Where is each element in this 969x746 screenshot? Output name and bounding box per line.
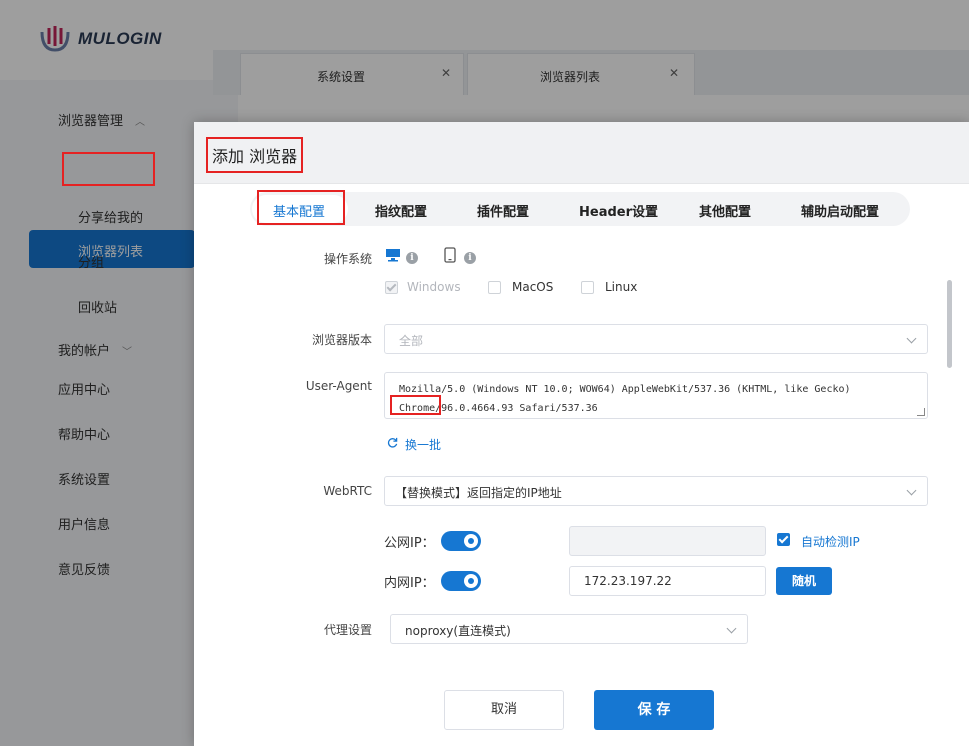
select-placeholder: 全部 [399,334,424,348]
linux-label: Linux [605,280,638,294]
webrtc-label: WebRTC [323,484,372,498]
dialog-title: 添加 浏览器 [206,137,304,173]
auto-detect-ip-checkbox[interactable] [777,533,790,546]
private-ip-input[interactable]: 172.23.197.22 [569,566,766,596]
proxy-label: 代理设置 [323,623,372,637]
tab-launch-assist-config[interactable]: 辅助启动配置 [801,201,879,220]
tab-fingerprint-config[interactable]: 指纹配置 [375,201,427,220]
select-value: noproxy(直连模式) [405,624,511,638]
public-ip-toggle[interactable] [441,531,481,551]
dialog-header: 添加 浏览器 [194,122,969,184]
scrollbar[interactable] [947,280,952,368]
auto-detect-ip-label[interactable]: 自动检测IP [801,533,860,550]
os-label: 操作系统 [323,252,372,266]
user-agent-text: Mozilla/5.0 (Windows NT 10.0; WOW64) App… [399,380,919,418]
tab-plugin-config[interactable]: 插件配置 [477,201,529,220]
chevron-down-icon [726,623,737,634]
refresh-icon[interactable] [387,437,398,448]
mobile-icon[interactable] [444,247,456,263]
user-agent-textarea[interactable]: Mozilla/5.0 (Windows NT 10.0; WOW64) App… [384,372,928,419]
chevron-down-icon [906,333,917,344]
macos-checkbox[interactable] [488,281,501,294]
linux-checkbox[interactable] [581,281,594,294]
highlight-box [62,152,155,186]
webrtc-select[interactable]: 【替换模式】返回指定的IP地址 [384,476,928,506]
browser-version-select[interactable]: 全部 [384,324,928,354]
proxy-select[interactable]: noproxy(直连模式) [390,614,748,644]
save-button[interactable]: 保 存 [594,690,714,730]
config-tabs: 基本配置 指纹配置 插件配置 Header设置 其他配置 辅助启动配置 [250,192,910,226]
add-browser-dialog: 添加 浏览器 基本配置 指纹配置 插件配置 Header设置 其他配置 辅助启动… [194,122,969,746]
input-value: 172.23.197.22 [584,574,672,588]
tab-other-config[interactable]: 其他配置 [699,201,751,220]
highlight-box [390,395,441,415]
windows-label: Windows [407,280,461,294]
desktop-icon[interactable] [385,248,401,262]
info-icon[interactable]: i [406,252,418,264]
resize-handle[interactable] [917,408,925,416]
browser-version-label: 浏览器版本 [311,333,372,347]
user-agent-label: User-Agent [305,379,372,393]
public-ip-input[interactable] [569,526,766,556]
info-icon[interactable]: i [464,252,476,264]
random-ip-button[interactable]: 随机 [776,567,832,595]
tab-header-settings[interactable]: Header设置 [579,201,658,220]
private-ip-toggle[interactable] [441,571,481,591]
refresh-ua-link[interactable]: 换一批 [405,436,441,453]
user-agent-line: Mozilla/5.0 (Windows NT 10.0; WOW64) App… [399,384,851,395]
private-ip-label: 内网IP： [384,576,435,591]
chevron-down-icon [906,485,917,496]
select-value: 【替换模式】返回指定的IP地址 [395,486,562,500]
windows-checkbox[interactable] [385,281,398,294]
macos-label: MacOS [512,280,554,294]
public-ip-label: 公网IP： [384,536,435,551]
highlight-box [257,190,345,225]
cancel-button[interactable]: 取消 [444,690,564,730]
